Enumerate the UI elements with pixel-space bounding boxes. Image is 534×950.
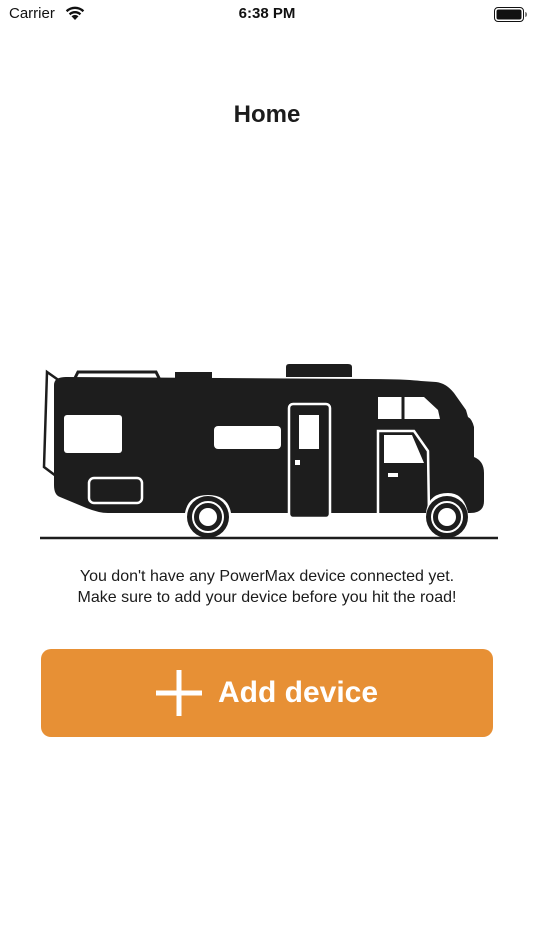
empty-state-message-line2: Make sure to add your device before you … xyxy=(77,589,457,606)
add-device-label: Add device xyxy=(217,676,379,709)
status-time: 6:38 PM xyxy=(238,5,296,22)
plus-icon xyxy=(155,670,202,716)
battery-full-icon xyxy=(494,7,527,22)
page-title: Home xyxy=(233,101,301,128)
add-device-button[interactable]: Add device xyxy=(41,649,493,737)
status-bar: Carrier 6:38 PM xyxy=(0,0,534,30)
empty-state-message: You don't have any PowerMax device conne… xyxy=(0,566,534,608)
rv-motorhome-illustration xyxy=(40,364,498,540)
empty-state-message-line1: You don't have any PowerMax device conne… xyxy=(79,568,455,585)
